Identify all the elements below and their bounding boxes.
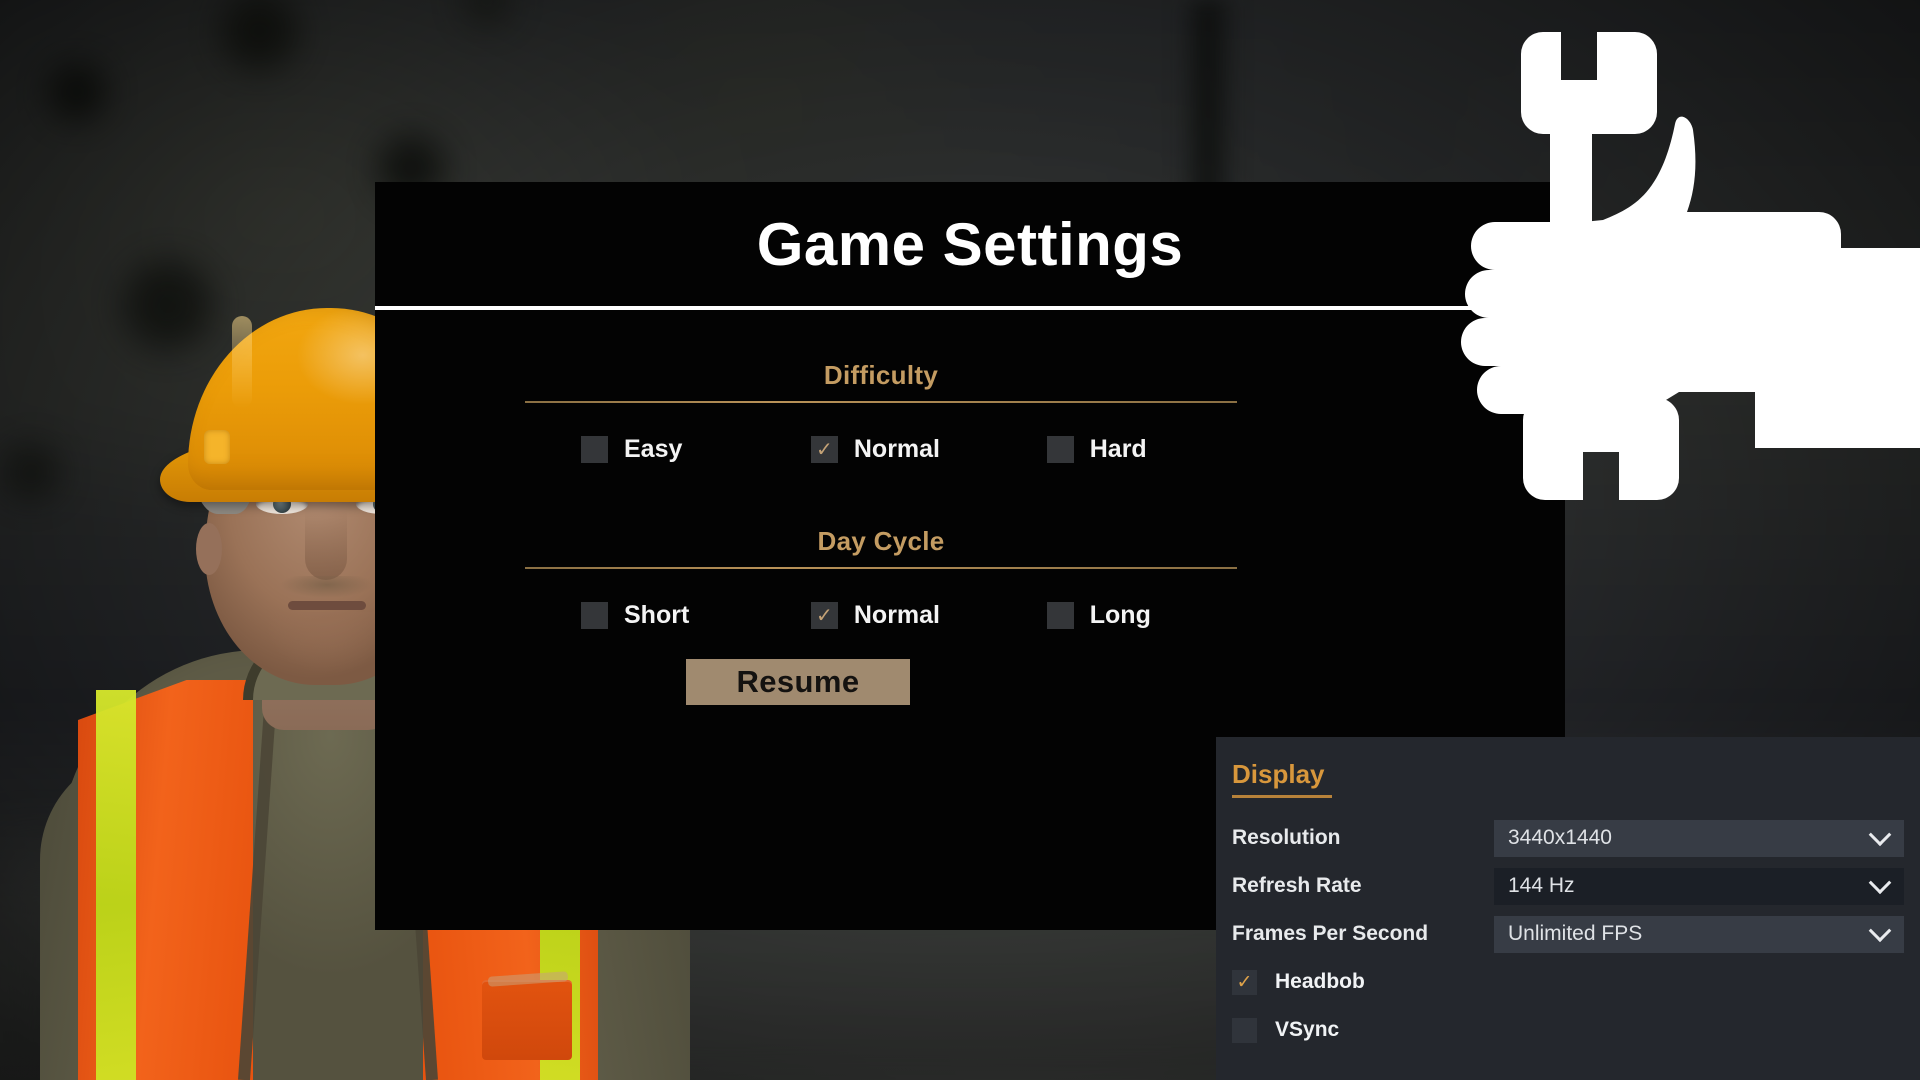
- label-easy: Easy: [624, 435, 683, 463]
- title-divider: [375, 306, 1565, 310]
- difficulty-option-hard[interactable]: ✓ Hard: [1003, 435, 1237, 464]
- dropdown-frames-per-second[interactable]: Unlimited FPS: [1494, 915, 1904, 953]
- resume-button[interactable]: Resume: [686, 659, 910, 705]
- day-cycle-option-long[interactable]: ✓ Long: [1003, 601, 1237, 630]
- character-moustache: [280, 576, 374, 598]
- vest-pocket: [482, 980, 572, 1060]
- checkbox-headbob[interactable]: ✓: [1232, 969, 1257, 995]
- chevron-down-icon: [1868, 823, 1892, 847]
- toggle-headbob[interactable]: ✓ Headbob: [1232, 958, 1920, 1006]
- toggle-vsync[interactable]: VSync: [1232, 1006, 1920, 1054]
- chevron-down-icon: [1868, 871, 1892, 895]
- label-resolution: Resolution: [1232, 826, 1341, 849]
- checkbox-short[interactable]: ✓: [581, 602, 608, 629]
- checkbox-long[interactable]: ✓: [1046, 602, 1074, 629]
- section-divider-difficulty: [525, 401, 1237, 403]
- label-short: Short: [624, 601, 690, 629]
- label-normal-difficulty: Normal: [853, 435, 941, 463]
- page-title: Game Settings: [756, 210, 1184, 278]
- label-normal-day-cycle: Normal: [853, 601, 941, 629]
- row-frames-per-second: Frames Per Second Unlimited FPS: [1232, 910, 1920, 958]
- day-cycle-options: ✓ Short ✓ Normal ✓ Long: [525, 601, 1237, 630]
- label-vsync: VSync: [1275, 1018, 1340, 1041]
- section-difficulty: Difficulty ✓ Easy ✓ Normal ✓ Hard: [525, 360, 1237, 464]
- checkbox-normal-day-cycle[interactable]: ✓: [810, 602, 838, 629]
- dropdown-refresh-rate[interactable]: 144 Hz: [1494, 867, 1904, 905]
- label-long: Long: [1089, 601, 1151, 629]
- label-frames-per-second: Frames Per Second: [1232, 922, 1429, 945]
- section-day-cycle: Day Cycle ✓ Short ✓ Normal ✓ Long: [525, 526, 1237, 630]
- checkbox-normal-difficulty[interactable]: ✓: [810, 436, 838, 463]
- character-ear-left: [196, 523, 222, 575]
- wrench-thumbs-up-icon: [1455, 20, 1920, 680]
- hard-hat-clip-left: [204, 430, 230, 464]
- label-headbob: Headbob: [1275, 970, 1365, 993]
- checkbox-easy[interactable]: ✓: [581, 436, 608, 463]
- section-divider-day-cycle: [525, 567, 1237, 569]
- label-refresh-rate: Refresh Rate: [1232, 874, 1362, 897]
- section-heading-difficulty: Difficulty: [823, 360, 939, 390]
- difficulty-option-easy[interactable]: ✓ Easy: [525, 435, 773, 464]
- display-settings-panel: Display Resolution 3440x1440 Refresh Rat…: [1216, 737, 1920, 1080]
- checkbox-hard[interactable]: ✓: [1046, 436, 1074, 463]
- row-resolution: Resolution 3440x1440: [1232, 814, 1920, 862]
- display-title-underline: [1232, 795, 1332, 798]
- day-cycle-option-normal[interactable]: ✓ Normal: [773, 601, 1003, 630]
- dropdown-refresh-rate-value: 144 Hz: [1508, 874, 1575, 897]
- character-chin: [268, 612, 388, 672]
- section-heading-day-cycle: Day Cycle: [817, 526, 945, 556]
- hard-hat-ridge-left: [232, 316, 252, 408]
- character-mouth: [288, 601, 366, 610]
- difficulty-options: ✓ Easy ✓ Normal ✓ Hard: [525, 435, 1237, 464]
- row-refresh-rate: Refresh Rate 144 Hz: [1232, 862, 1920, 910]
- checkbox-vsync[interactable]: [1232, 1017, 1257, 1043]
- display-panel-title: Display: [1232, 759, 1325, 789]
- vest-reflective-stripe-left: [96, 690, 136, 1080]
- chevron-down-icon: [1868, 919, 1892, 943]
- dropdown-resolution-value: 3440x1440: [1508, 826, 1612, 849]
- difficulty-option-normal[interactable]: ✓ Normal: [773, 435, 1003, 464]
- dropdown-frames-per-second-value: Unlimited FPS: [1508, 922, 1643, 945]
- label-hard: Hard: [1089, 435, 1147, 463]
- day-cycle-option-short[interactable]: ✓ Short: [525, 601, 773, 630]
- character-nose: [305, 510, 347, 580]
- dropdown-resolution[interactable]: 3440x1440: [1494, 819, 1904, 857]
